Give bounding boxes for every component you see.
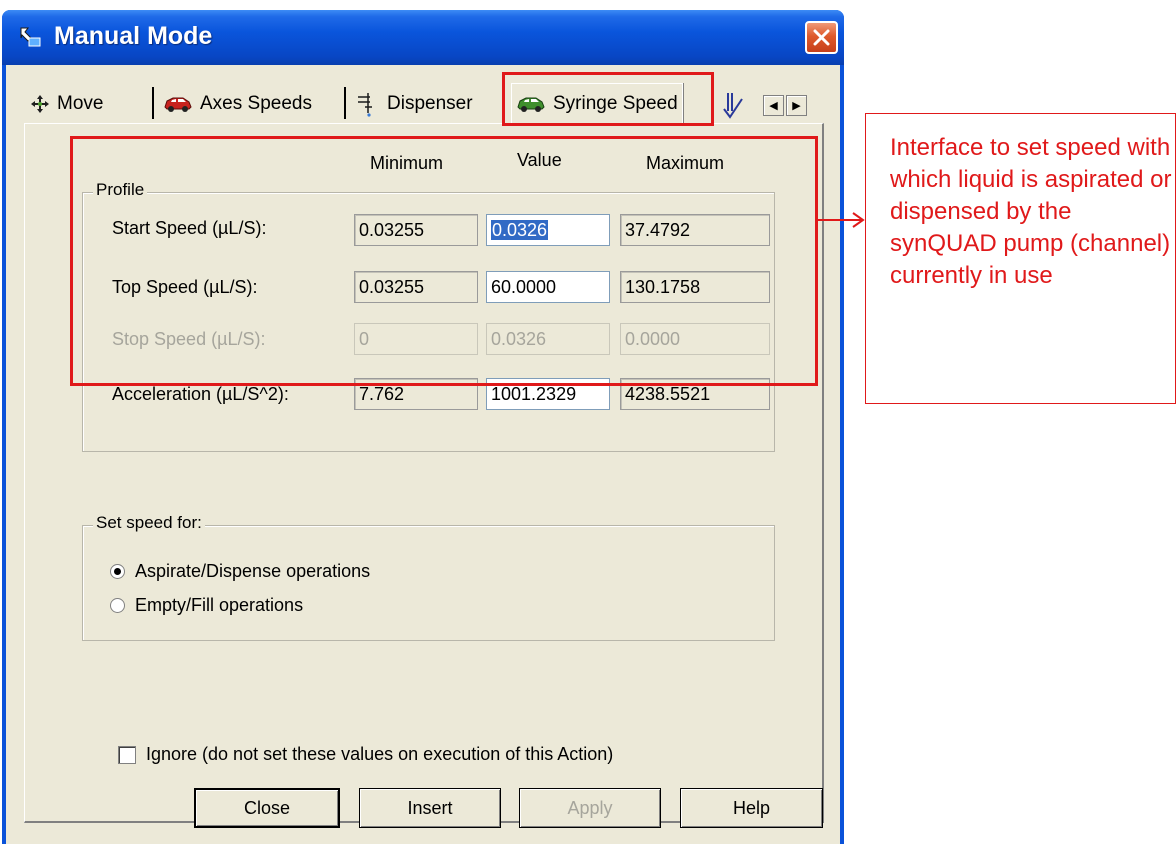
- down-arrow-icon[interactable]: [720, 91, 746, 119]
- syringe-speed-tab-highlight: [502, 72, 714, 126]
- window-title: Manual Mode: [54, 22, 213, 50]
- annotation-callout: Interface to set speed with which liquid…: [865, 113, 1176, 404]
- empty-fill-label: Empty/Fill operations: [135, 595, 304, 615]
- scroll-left-icon: ◀: [769, 100, 778, 112]
- set-speed-groupbox: [82, 525, 775, 641]
- tab-scroll-left-button[interactable]: ◀: [763, 95, 784, 116]
- ignore-checkbox[interactable]: [118, 745, 136, 764]
- apply-button: Apply: [519, 788, 661, 828]
- close-icon: [813, 29, 830, 46]
- help-button[interactable]: Help: [680, 788, 823, 828]
- move-arrows-icon: [31, 95, 49, 113]
- annotation-arrow-icon: [818, 212, 865, 228]
- aspirate-dispense-radio[interactable]: Aspirate/Dispense operations: [110, 561, 370, 582]
- radio-button[interactable]: [110, 598, 125, 613]
- red-car-icon: [164, 97, 192, 112]
- aspirate-dispense-label: Aspirate/Dispense operations: [135, 561, 371, 581]
- empty-fill-radio[interactable]: Empty/Fill operations: [110, 595, 303, 616]
- title-bar[interactable]: Manual Mode: [2, 10, 844, 65]
- tab-axes-speeds-label: Axes Speeds: [200, 93, 312, 114]
- dispenser-icon: [358, 93, 372, 117]
- annotation-text: Interface to set speed with which liquid…: [890, 134, 1172, 289]
- insert-button[interactable]: Insert: [359, 788, 501, 828]
- tab-separator: [152, 87, 154, 119]
- set-speed-group-title: Set speed for:: [93, 513, 205, 533]
- tab-scroll-right-button[interactable]: ▶: [786, 95, 807, 116]
- profile-highlight-box: [70, 136, 818, 386]
- tab-dispenser[interactable]: Dispenser: [354, 87, 473, 121]
- scroll-right-icon: ▶: [792, 100, 801, 112]
- tab-separator: [344, 87, 346, 119]
- tab-move[interactable]: Move: [30, 87, 103, 121]
- close-button[interactable]: Close: [194, 788, 340, 828]
- ignore-checkbox-row[interactable]: Ignore (do not set these values on execu…: [118, 744, 613, 765]
- ignore-label: Ignore (do not set these values on execu…: [146, 744, 614, 764]
- tab-dispenser-label: Dispenser: [387, 93, 473, 114]
- close-window-button[interactable]: [805, 21, 838, 54]
- app-icon: [20, 27, 41, 47]
- tab-strip: Move Axes Speeds Dispenser Syringe Speed…: [6, 65, 840, 125]
- radio-button-selected[interactable]: [110, 564, 125, 579]
- tab-move-label: Move: [57, 93, 104, 114]
- acceleration-label: Acceleration (µL/S^2):: [112, 384, 289, 404]
- tab-axes-speeds[interactable]: Axes Speeds: [163, 87, 312, 121]
